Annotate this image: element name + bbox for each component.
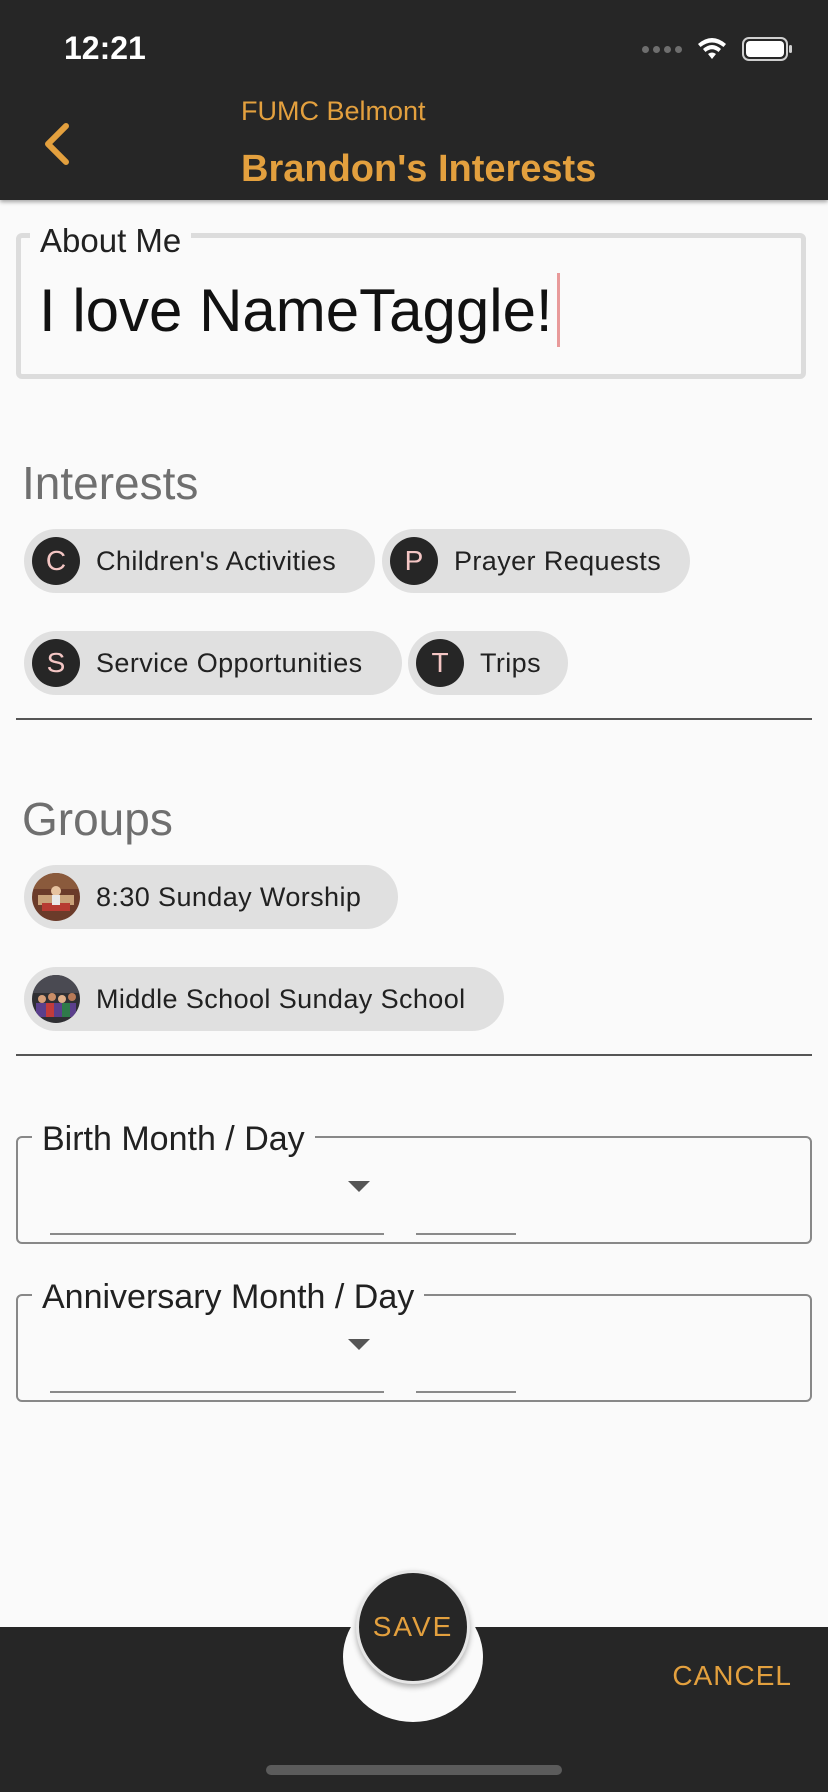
status-time: 12:21 xyxy=(64,30,146,66)
interest-chip-prayer-requests[interactable]: P Prayer Requests xyxy=(382,529,690,593)
section-divider xyxy=(16,718,812,720)
battery-icon xyxy=(742,36,794,62)
about-me-label: About Me xyxy=(30,222,192,260)
app-header: 12:21 FUMC Belmont Brandon's Interests xyxy=(0,0,828,200)
group-photo-icon xyxy=(32,873,80,921)
groups-title: Groups xyxy=(22,793,173,845)
group-photo-icon xyxy=(32,975,80,1023)
anniversary-day-input[interactable] xyxy=(416,1391,516,1393)
back-button[interactable] xyxy=(36,118,84,170)
chip-initial-avatar: P xyxy=(390,537,438,585)
group-chip-830-sunday-worship[interactable]: 8:30 Sunday Worship xyxy=(24,865,398,929)
page-title: Brandon's Interests xyxy=(241,148,597,190)
interest-chip-childrens-activities[interactable]: C Children's Activities xyxy=(24,529,375,593)
birth-date-label: Birth Month / Day xyxy=(32,1120,315,1159)
chip-label: 8:30 Sunday Worship xyxy=(96,881,362,912)
chevron-down-icon[interactable] xyxy=(348,1339,370,1350)
chip-initial-avatar: T xyxy=(416,639,464,687)
birth-day-input[interactable] xyxy=(416,1233,516,1235)
chip-label: Trips xyxy=(480,647,541,678)
about-me-text: I love NameTaggle! xyxy=(39,276,553,344)
interests-title: Interests xyxy=(22,457,199,509)
birth-month-select[interactable] xyxy=(50,1233,384,1235)
anniversary-month-select[interactable] xyxy=(50,1391,384,1393)
save-button[interactable]: SAVE xyxy=(356,1570,470,1684)
cellular-signal-icon xyxy=(642,45,682,53)
anniversary-date-label: Anniversary Month / Day xyxy=(32,1278,425,1317)
section-divider xyxy=(16,1054,812,1056)
cancel-button[interactable]: CANCEL xyxy=(672,1660,792,1692)
header-subtitle: FUMC Belmont xyxy=(241,96,426,126)
chip-label: Children's Activities xyxy=(96,545,337,576)
about-me-input[interactable]: I love NameTaggle! xyxy=(39,273,560,347)
chip-label: Prayer Requests xyxy=(454,545,662,576)
text-cursor xyxy=(556,273,560,347)
status-icons xyxy=(642,36,794,62)
chip-label: Middle School Sunday School xyxy=(96,983,466,1014)
chevron-down-icon[interactable] xyxy=(348,1181,370,1192)
home-indicator[interactable] xyxy=(266,1765,562,1775)
chip-initial-avatar: S xyxy=(32,639,80,687)
interest-chip-service-opportunities[interactable]: S Service Opportunities xyxy=(24,631,402,695)
chip-initial-avatar: C xyxy=(32,537,80,585)
chip-label: Service Opportunities xyxy=(96,647,363,678)
interest-chip-trips[interactable]: T Trips xyxy=(408,631,568,695)
group-chip-middle-school-sunday-school[interactable]: Middle School Sunday School xyxy=(24,967,504,1031)
chevron-left-icon xyxy=(45,123,69,165)
wifi-icon xyxy=(696,37,728,61)
